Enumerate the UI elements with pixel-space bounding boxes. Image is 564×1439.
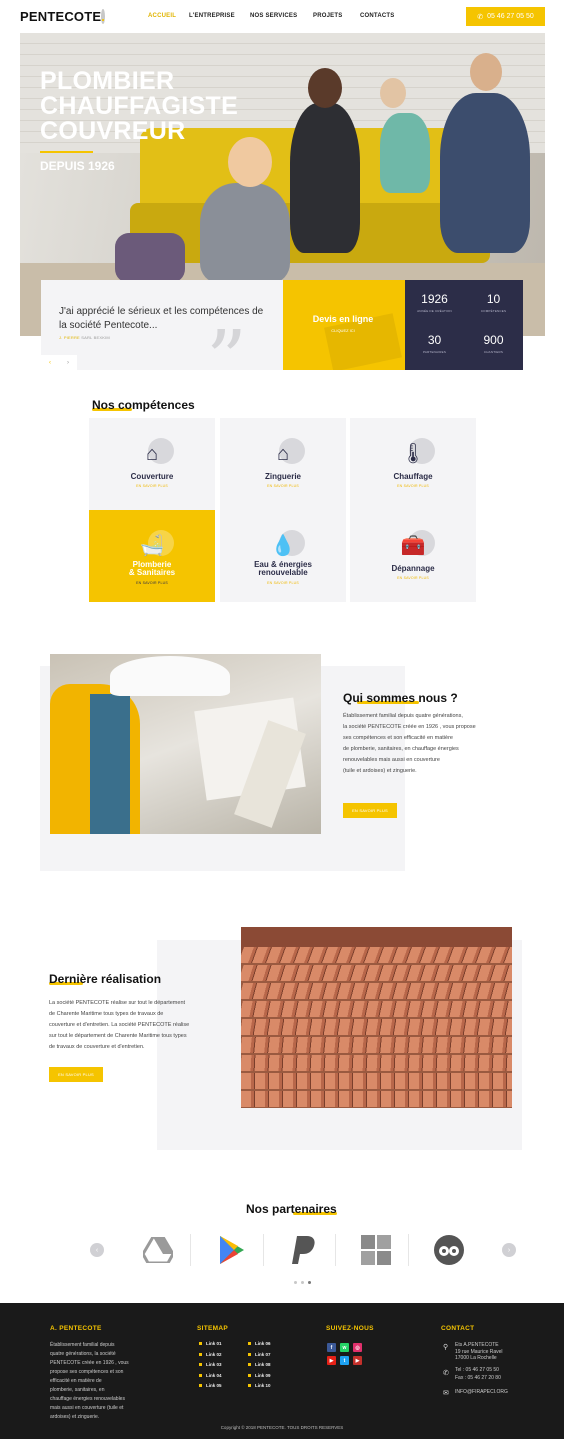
phone-number: 05 46 27 05 50 xyxy=(487,13,534,20)
footer-sitemap-title: SITEMAP xyxy=(197,1325,228,1332)
card-eau-energies[interactable]: 💧 Eau & énergies renouvelable EN SAVOIR … xyxy=(220,510,346,602)
copyright: Copyright © 2018 PENTECOTE. TOUS DROITS … xyxy=(220,1425,344,1430)
about-photo xyxy=(50,654,321,834)
card-more-link[interactable]: EN SAVOIR PLUS xyxy=(350,484,476,488)
footer: A. PENTECOTE Établissement familial depu… xyxy=(0,1303,564,1439)
stat-competences: 10 COMPÉTENCES xyxy=(480,292,507,313)
partners-prev-button[interactable]: ‹ xyxy=(90,1243,104,1257)
card-more-link[interactable]: EN SAVOIR PLUS xyxy=(220,581,346,585)
footer-address: Ets A.PENTECOTE 19 rue Maurice Ravel 170… xyxy=(455,1342,503,1361)
testimonial-slider-nav: ‹ › xyxy=(41,355,77,370)
testimonial-card: J'ai apprécié le sérieux et les compéten… xyxy=(41,280,283,400)
paypal-icon xyxy=(287,1234,319,1266)
google-play-icon xyxy=(215,1234,247,1266)
stat-chantiers: 900 CHANTIERS xyxy=(483,333,504,354)
stat-creation: 1926 ANNÉE DE CRÉATION xyxy=(417,292,452,313)
footer-link[interactable]: Link 01 xyxy=(199,1341,222,1346)
realisation-photo xyxy=(241,927,512,1108)
card-more-link[interactable]: EN SAVOIR PLUS xyxy=(350,576,476,580)
phone-icon: ✆ xyxy=(443,1370,449,1377)
footer-email[interactable]: INFO@FIRAPECI.ORG xyxy=(455,1388,508,1397)
hero-subtitle: DEPUIS 1926 xyxy=(40,159,115,173)
realisation-text: La société PENTECOTE réalise sur tout le… xyxy=(49,1000,190,1050)
card-chauffage[interactable]: 🌡 Chauffage EN SAVOIR PLUS xyxy=(350,418,476,510)
testimonial-author: J. PIERRE SARL BEXKIM xyxy=(59,335,110,340)
realisation-title: Dernière réalisation xyxy=(49,972,162,986)
toolbox-icon: 🧰 xyxy=(397,530,435,562)
footer-link[interactable]: Link 02 xyxy=(199,1352,222,1357)
nav-projets[interactable]: PROJETS xyxy=(313,13,342,19)
carousel-dot[interactable] xyxy=(301,1281,304,1284)
logo-text: PENTECOTE xyxy=(20,9,102,24)
about-title: Qui sommes nous ? xyxy=(343,691,458,705)
footer-link[interactable]: Link 07 xyxy=(248,1352,271,1357)
video-icon[interactable]: ▶ xyxy=(353,1356,362,1365)
sitemap-links-left: Link 01 Link 02 Link 03 Link 04 Link 05 xyxy=(199,1341,222,1388)
footer-phone: Tel : 05 46 27 05 50 Fax : 05 46 27 20 8… xyxy=(455,1367,501,1381)
next-arrow-icon[interactable]: › xyxy=(67,360,69,366)
nav-services[interactable]: NOS SERVICES xyxy=(250,13,297,19)
prev-arrow-icon[interactable]: ‹ xyxy=(49,360,51,366)
nav-entreprise[interactable]: L'ENTREPRISE xyxy=(189,13,235,19)
card-zinguerie[interactable]: ⌂ Zinguerie EN SAVOIR PLUS xyxy=(220,418,346,510)
facebook-icon[interactable]: f xyxy=(327,1343,336,1352)
footer-social-title: SUIVEZ-NOUS xyxy=(326,1325,374,1332)
card-depannage[interactable]: 🧰 Dépannage EN SAVOIR PLUS xyxy=(350,510,476,602)
quote-icon: ” xyxy=(206,313,247,406)
nav-contacts[interactable]: CONTACTS xyxy=(360,13,395,19)
google-drive-icon xyxy=(142,1234,174,1266)
hero-divider xyxy=(40,151,93,153)
card-couverture[interactable]: ⌂ Couverture EN SAVOIR PLUS xyxy=(89,418,215,510)
competences-title: Nos compétences xyxy=(92,398,195,412)
footer-link[interactable]: Link 05 xyxy=(199,1383,222,1388)
footer-link[interactable]: Link 03 xyxy=(199,1362,222,1367)
roof-tiles-icon: ⌂ xyxy=(136,438,174,470)
phone-button[interactable]: ✆ 05 46 27 05 50 xyxy=(466,7,545,26)
thermometer-icon: 🌡 xyxy=(397,438,435,470)
footer-contact-title: CONTACT xyxy=(441,1325,475,1332)
card-more-link[interactable]: EN SAVOIR PLUS xyxy=(220,484,346,488)
windows-icon xyxy=(360,1234,392,1266)
twitter-icon[interactable]: t xyxy=(340,1356,349,1365)
partners-title: Nos partenaires xyxy=(246,1202,337,1216)
youtube-icon[interactable]: ▶ xyxy=(327,1356,336,1365)
devis-subtitle: CLIQUEZ ICI xyxy=(331,328,355,333)
house-icon: ⌂ xyxy=(267,438,305,470)
about-more-button[interactable]: EN SAVOIR PLUS xyxy=(343,803,397,818)
footer-link[interactable]: Link 09 xyxy=(248,1373,271,1378)
site-logo[interactable]: PENTECOTE. xyxy=(20,9,106,24)
footer-link[interactable]: Link 08 xyxy=(248,1362,271,1367)
nav-accueil[interactable]: ACCUEIL xyxy=(148,13,176,19)
card-more-link[interactable]: EN SAVOIR PLUS xyxy=(89,581,215,585)
about-text: Établissement familial depuis quatre gén… xyxy=(343,713,476,774)
footer-about-title: A. PENTECOTE xyxy=(50,1325,102,1332)
carousel-dot[interactable] xyxy=(294,1281,297,1284)
footer-link[interactable]: Link 10 xyxy=(248,1383,271,1388)
footer-about-text: Établissement familial depuis quatre gén… xyxy=(50,1342,129,1420)
card-plomberie[interactable]: 🛁 Plomberie & Sanitaires EN SAVOIR PLUS xyxy=(89,510,215,602)
whatsapp-icon[interactable]: w xyxy=(340,1343,349,1352)
stat-partenaires: 30 PARTENAIRES xyxy=(422,333,447,354)
water-hand-icon: 💧 xyxy=(267,530,305,562)
location-pin-icon: ⚲ xyxy=(443,1344,449,1351)
partners-next-button[interactable]: › xyxy=(502,1243,516,1257)
tripadvisor-icon xyxy=(433,1234,465,1266)
sitemap-links-right: Link 06 Link 07 Link 08 Link 09 Link 10 xyxy=(248,1341,271,1388)
footer-link[interactable]: Link 04 xyxy=(199,1373,222,1378)
phone-icon: ✆ xyxy=(477,13,484,21)
bathtub-icon: 🛁 xyxy=(136,530,174,562)
card-more-link[interactable]: EN SAVOIR PLUS xyxy=(89,484,215,488)
carousel-dot-active[interactable] xyxy=(308,1281,311,1284)
stats-panel: 1926 ANNÉE DE CRÉATION 10 COMPÉTENCES 30 PA… xyxy=(405,280,523,370)
footer-link[interactable]: Link 06 xyxy=(248,1341,271,1346)
realisation-more-button[interactable]: EN SAVOIR PLUS xyxy=(49,1067,103,1082)
devis-title: Devis en ligne xyxy=(312,314,374,324)
social-icons: f w ◎ ▶ t ▶ xyxy=(327,1343,362,1365)
instagram-icon[interactable]: ◎ xyxy=(353,1343,362,1352)
hero-title: PLOMBIER CHAUFFAGISTE COUVREUR xyxy=(40,67,239,145)
devis-button[interactable]: Devis en ligne CLIQUEZ ICI xyxy=(283,280,405,370)
email-icon: ✉ xyxy=(443,1390,449,1397)
